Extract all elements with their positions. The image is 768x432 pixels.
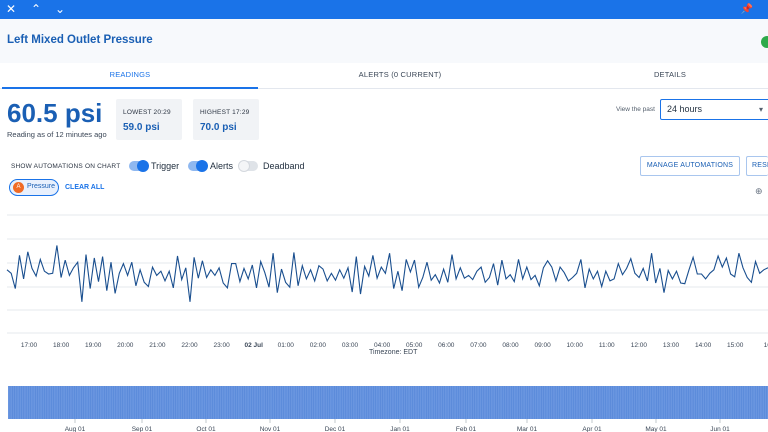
x-tick-label: 21:00 bbox=[149, 342, 166, 349]
x-tick-label: 02 Jul bbox=[244, 342, 263, 349]
x-tick-label: 10:00 bbox=[567, 342, 584, 349]
x-tick-label: 18:00 bbox=[53, 342, 70, 349]
tab-readings[interactable]: READINGS bbox=[2, 63, 258, 89]
chevron-up-icon[interactable]: ⌃ bbox=[26, 0, 46, 19]
chip-label: Pressure bbox=[27, 183, 56, 190]
x-tick-label: 08:00 bbox=[502, 342, 519, 349]
x-tick-label: 19:00 bbox=[85, 342, 102, 349]
alerts-toggle[interactable] bbox=[188, 160, 208, 172]
pressure-line-chart[interactable]: 17:00 18:00 19:00 20:00 21:00 22:00 23:00 02 Ju… bbox=[0, 205, 768, 350]
lowest-stat: LOWEST 20:29 59.0 psi bbox=[116, 99, 182, 140]
x-tick-label: 04:00 bbox=[374, 342, 391, 349]
page-title: Left Mixed Outlet Pressure bbox=[7, 34, 153, 46]
x-tick-label: 11:00 bbox=[599, 342, 615, 349]
reading-timestamp: Reading as of 12 minutes ago bbox=[7, 130, 107, 139]
x-tick-label: 09:00 bbox=[534, 342, 551, 349]
clear-all-link[interactable]: CLEAR ALL bbox=[65, 184, 104, 191]
manage-automations-button[interactable]: MANAGE AUTOMATIONS bbox=[640, 156, 740, 176]
x-tick-label: 02:00 bbox=[310, 342, 327, 349]
overview-tick-label: Jan 01 bbox=[390, 426, 410, 432]
x-tick-label: 01:00 bbox=[278, 342, 295, 349]
x-tick-label: 15:00 bbox=[727, 342, 744, 349]
x-tick-label: 17:00 bbox=[21, 342, 38, 349]
overview-tick-label: Feb 01 bbox=[456, 426, 477, 432]
time-range-value: 24 hours bbox=[667, 104, 703, 114]
automations-label: SHOW AUTOMATIONS ON CHART bbox=[11, 163, 121, 170]
top-toolbar: ✕ ⌃ ⌄ 📌 bbox=[0, 0, 768, 19]
overview-tick-label: Nov 01 bbox=[260, 426, 281, 432]
alerts-toggle-label: Alerts bbox=[210, 161, 234, 171]
x-tick-label: 13:00 bbox=[663, 342, 680, 349]
overview-tick-label: May 01 bbox=[645, 426, 667, 432]
title-row: Left Mixed Outlet Pressure bbox=[0, 19, 768, 63]
x-tick-label: 03:00 bbox=[342, 342, 359, 349]
x-tick-label: 05:00 bbox=[406, 342, 423, 349]
time-range-select[interactable]: 24 hours ▾ bbox=[660, 99, 768, 120]
x-tick-label: 06:00 bbox=[438, 342, 455, 349]
status-indicator bbox=[761, 36, 768, 48]
deadband-toggle-label: Deadband bbox=[263, 161, 305, 171]
tab-alerts[interactable]: ALERTS (0 CURRENT) bbox=[272, 63, 528, 89]
close-icon[interactable]: ✕ bbox=[1, 0, 21, 19]
timezone-label: Timezone: EDT bbox=[369, 349, 418, 356]
highest-label: HIGHEST 17:29 bbox=[200, 109, 250, 116]
overview-tick-label: Oct 01 bbox=[196, 426, 216, 432]
deadband-toggle[interactable] bbox=[238, 160, 258, 172]
pressure-filter-chip[interactable]: A Pressure bbox=[9, 179, 59, 196]
x-tick-label: 23:00 bbox=[213, 342, 230, 349]
highest-value: 70.0 psi bbox=[200, 122, 237, 133]
series-badge: A bbox=[13, 182, 24, 193]
view-past-label: View the past bbox=[616, 106, 655, 113]
x-tick-label: 22:00 bbox=[181, 342, 198, 349]
chevron-down-icon[interactable]: ⌄ bbox=[50, 0, 70, 19]
trigger-toggle-label: Trigger bbox=[151, 161, 180, 171]
overview-tick-label: Dec 01 bbox=[325, 426, 346, 432]
reset-button[interactable]: RESE bbox=[746, 156, 768, 176]
tab-bar: READINGS ALERTS (0 CURRENT) DETAILS bbox=[0, 63, 768, 89]
zoom-icon[interactable]: ⊕ bbox=[755, 186, 765, 196]
current-reading: 60.5 psi bbox=[7, 98, 103, 128]
pin-icon[interactable]: 📌 bbox=[737, 0, 757, 19]
chevron-down-icon: ▾ bbox=[758, 105, 763, 114]
highest-stat: HIGHEST 17:29 70.0 psi bbox=[193, 99, 259, 140]
x-tick-label: 14:00 bbox=[695, 342, 712, 349]
overview-tick-label: Mar 01 bbox=[517, 426, 538, 432]
overview-tick-label: Apr 01 bbox=[582, 426, 602, 432]
overview-tick-label: Aug 01 bbox=[65, 426, 86, 432]
x-tick-label: 20:00 bbox=[117, 342, 134, 349]
x-tick-label: 07:00 bbox=[470, 342, 487, 349]
lowest-label: LOWEST 20:29 bbox=[123, 109, 171, 116]
tab-details[interactable]: DETAILS bbox=[542, 63, 768, 89]
x-tick-label: 16 bbox=[764, 342, 768, 349]
overview-range-chart[interactable]: Aug 01 Sep 01 Oct 01 Nov 01 Dec 01 Jan 01 Feb … bbox=[0, 380, 768, 432]
x-tick-label: 12:00 bbox=[631, 342, 648, 349]
lowest-value: 59.0 psi bbox=[123, 122, 160, 133]
pressure-series-line bbox=[6, 245, 768, 302]
overview-tick-label: Sep 01 bbox=[132, 426, 153, 432]
overview-tick-label: Jun 01 bbox=[710, 426, 730, 432]
trigger-toggle[interactable] bbox=[129, 160, 149, 172]
